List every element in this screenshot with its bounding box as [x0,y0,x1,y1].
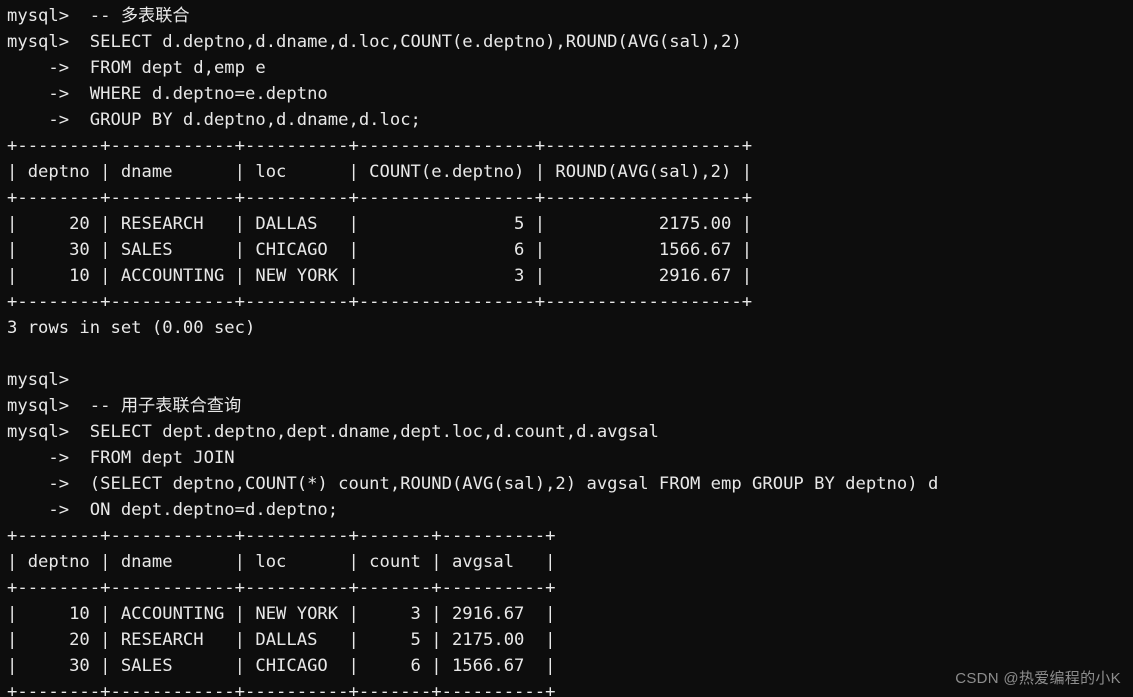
table-border-line: +--------+------------+----------+------… [7,188,753,208]
table-border-line: +--------+------------+----------+------… [7,292,753,312]
table-row: | 10 | ACCOUNTING | NEW YORK | 3 | 2916.… [7,266,753,286]
table-row: | 20 | RESEARCH | DALLAS | 5 | 2175.00 | [7,214,753,234]
terminal-prompt-line: mysql> [7,370,70,390]
terminal-continuation-line: -> WHERE d.deptno=e.deptno [7,84,328,104]
terminal-continuation-line: -> ON dept.deptno=d.deptno; [7,500,339,520]
terminal-prompt-line: mysql> -- 多表联合 [7,6,190,26]
table-row: | deptno | dname | loc | count | avgsal … [7,552,556,572]
table-row: | deptno | dname | loc | COUNT(e.deptno)… [7,162,753,182]
terminal-continuation-line: -> FROM dept JOIN [7,448,235,468]
result-status-line: 3 rows in set (0.00 sec) [7,318,256,338]
table-border-line: +--------+------------+----------+------… [7,526,556,546]
terminal-output-buffer[interactable]: mysql> -- 多表联合 mysql> SELECT d.deptno,d.d… [7,3,938,697]
terminal-window[interactable]: mysql> -- 多表联合 mysql> SELECT d.deptno,d.d… [0,0,1133,697]
table-border-line: +--------+------------+----------+------… [7,578,556,598]
terminal-prompt-line: mysql> -- 用子表联合查询 [7,396,242,416]
table-border-line: +--------+------------+----------+------… [7,682,556,697]
terminal-prompt-line: mysql> SELECT d.deptno,d.dname,d.loc,COU… [7,32,742,52]
terminal-continuation-line: -> GROUP BY d.deptno,d.dname,d.loc; [7,110,421,130]
terminal-continuation-line: -> (SELECT deptno,COUNT(*) count,ROUND(A… [7,474,939,494]
table-border-line: +--------+------------+----------+------… [7,136,753,156]
table-row: | 30 | SALES | CHICAGO | 6 | 1566.67 | [7,240,753,260]
table-row: | 20 | RESEARCH | DALLAS | 5 | 2175.00 | [7,630,556,650]
table-row: | 30 | SALES | CHICAGO | 6 | 1566.67 | [7,656,556,676]
terminal-continuation-line: -> FROM dept d,emp e [7,58,266,78]
table-row: | 10 | ACCOUNTING | NEW YORK | 3 | 2916.… [7,604,556,624]
watermark-label: CSDN @热爱编程的小K [955,670,1121,687]
terminal-prompt-line: mysql> SELECT dept.deptno,dept.dname,dep… [7,422,659,442]
